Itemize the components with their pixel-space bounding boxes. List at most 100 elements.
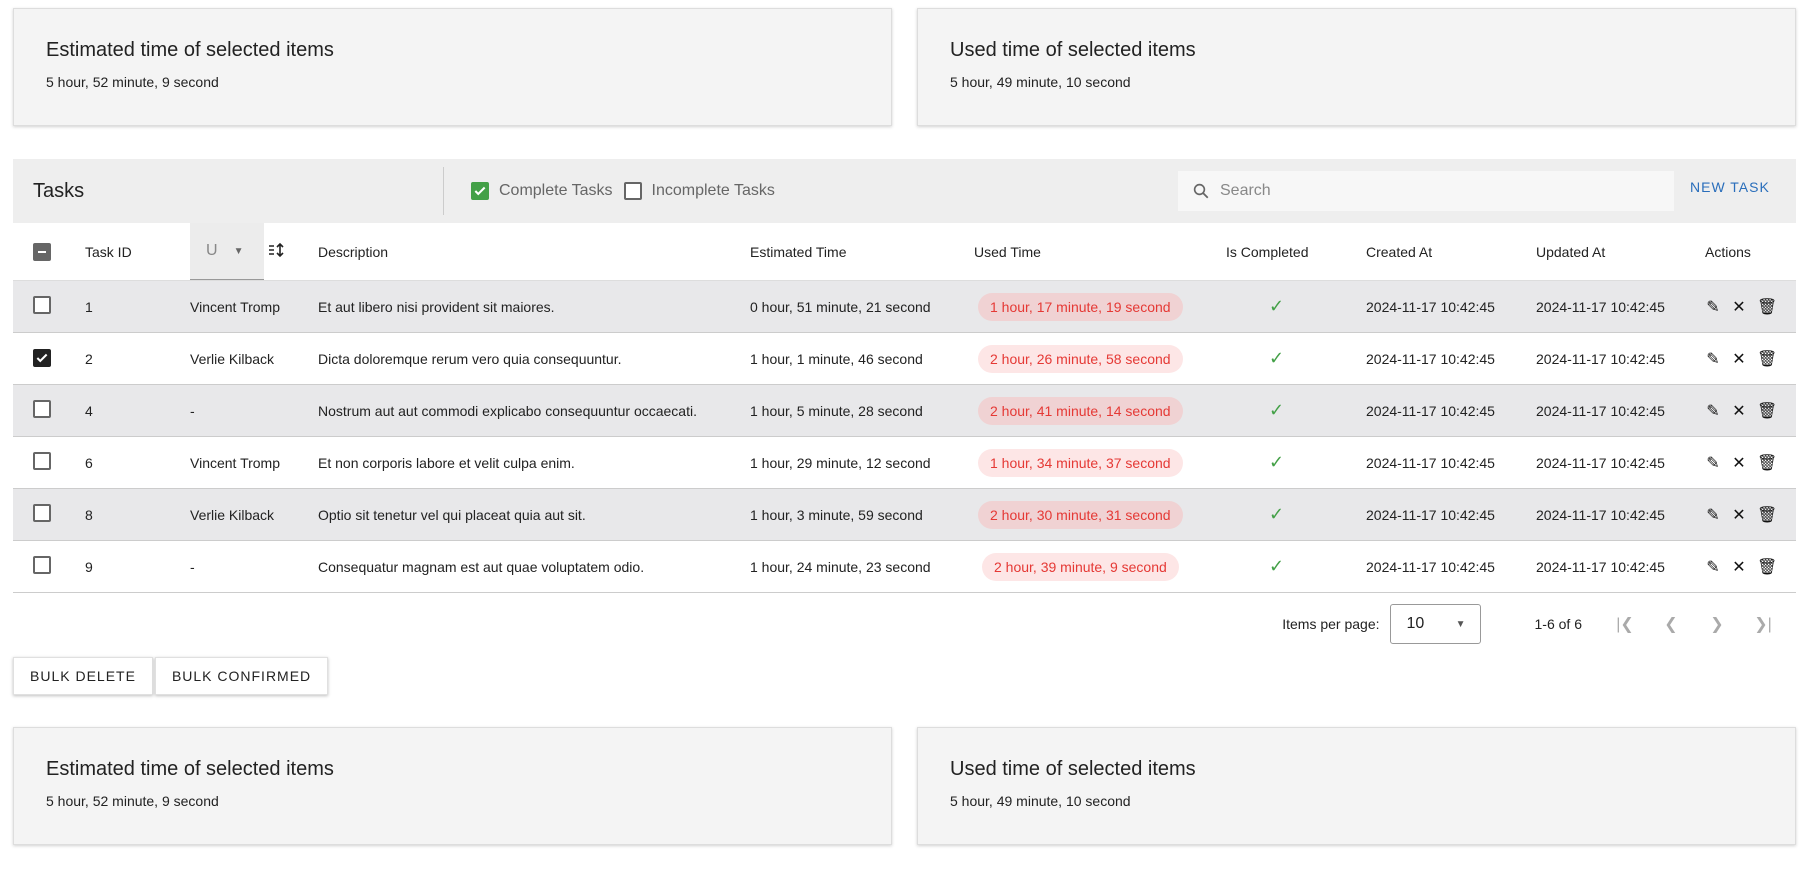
cell-user: Vincent Tromp — [190, 436, 318, 489]
close-icon[interactable]: ✕ — [1731, 505, 1747, 525]
pagination: Items per page: 10 ▼ 1-6 of 6 |❮ ❮ ❯ ❯| — [13, 593, 1796, 655]
table-row: 1 Vincent Tromp Et aut libero nisi provi… — [13, 280, 1796, 333]
trash-icon[interactable]: 🗑 — [1757, 297, 1777, 317]
trash-icon[interactable]: 🗑 — [1757, 453, 1777, 473]
edit-icon[interactable]: ✎ — [1705, 505, 1721, 525]
header-updated-at[interactable]: Updated At — [1536, 223, 1705, 281]
header-user[interactable]: U ▼ — [190, 223, 318, 281]
used-time-badge: 2 hour, 39 minute, 9 second — [982, 552, 1179, 581]
row-checkbox[interactable] — [33, 296, 51, 314]
user-column-select[interactable]: U ▼ — [190, 223, 264, 280]
header-is-completed[interactable]: Is Completed — [1226, 223, 1366, 281]
caret-down-icon: ▼ — [1455, 618, 1466, 630]
row-checkbox[interactable] — [33, 349, 51, 367]
check-icon — [36, 353, 48, 363]
edit-icon[interactable]: ✎ — [1705, 401, 1721, 421]
cell-updated-at: 2024-11-17 10:42:45 — [1536, 332, 1705, 385]
cell-created-at: 2024-11-17 10:42:45 — [1366, 436, 1536, 489]
header-task-id[interactable]: Task ID — [85, 223, 190, 281]
used-time-title: Used time of selected items — [950, 758, 1196, 780]
trash-icon[interactable]: 🗑 — [1757, 401, 1777, 421]
search-icon — [1193, 183, 1209, 199]
table-row: 4 - Nostrum aut aut commodi explicabo co… — [13, 384, 1796, 437]
row-checkbox[interactable] — [33, 400, 51, 418]
bulk-delete-button[interactable]: BULK DELETE — [13, 657, 153, 695]
table-row: 6 Vincent Tromp Et non corporis labore e… — [13, 436, 1796, 489]
cell-user: Vincent Tromp — [190, 280, 318, 333]
edit-icon[interactable]: ✎ — [1705, 297, 1721, 317]
toolbar-divider — [443, 167, 444, 215]
cell-estimated-time: 1 hour, 5 minute, 28 second — [750, 384, 974, 437]
cell-task-id: 2 — [85, 332, 190, 385]
tasks-panel: Tasks Complete Tasks Incomplete Tasks NE… — [13, 159, 1796, 655]
incomplete-tasks-checkbox[interactable] — [623, 182, 642, 200]
items-per-page-label: Items per page: — [1282, 616, 1380, 632]
bulk-actions: BULK DELETE BULK CONFIRMED — [13, 657, 329, 695]
header-used-time[interactable]: Used Time — [974, 223, 1226, 281]
trash-icon[interactable]: 🗑 — [1757, 557, 1777, 577]
cell-updated-at: 2024-11-17 10:42:45 — [1536, 280, 1705, 333]
summary-bottom: Estimated time of selected items 5 hour,… — [13, 727, 1796, 845]
last-page-icon[interactable]: ❯| — [1740, 614, 1786, 634]
row-checkbox[interactable] — [33, 556, 51, 574]
edit-icon[interactable]: ✎ — [1705, 453, 1721, 473]
user-column-label: U — [206, 242, 218, 259]
incomplete-tasks-label: Incomplete Tasks — [651, 182, 775, 199]
search-input[interactable] — [1220, 182, 1640, 200]
cell-description: Et non corporis labore et velit culpa en… — [318, 436, 750, 489]
trash-icon[interactable]: 🗑 — [1757, 349, 1777, 369]
cell-description: Nostrum aut aut commodi explicabo conseq… — [318, 384, 750, 437]
tasks-toolbar: Tasks Complete Tasks Incomplete Tasks NE… — [13, 159, 1796, 223]
close-icon[interactable]: ✕ — [1731, 297, 1747, 317]
select-all-checkbox[interactable] — [33, 242, 51, 261]
filter-incomplete-tasks[interactable]: Incomplete Tasks — [623, 182, 775, 200]
cell-description: Optio sit tenetur vel qui placeat quia a… — [318, 488, 750, 541]
estimated-time-card: Estimated time of selected items 5 hour,… — [13, 727, 892, 845]
cell-updated-at: 2024-11-17 10:42:45 — [1536, 384, 1705, 437]
cell-description: Et aut libero nisi provident sit maiores… — [318, 280, 750, 333]
cell-created-at: 2024-11-17 10:42:45 — [1366, 540, 1536, 593]
items-per-page-select[interactable]: 10 ▼ — [1389, 604, 1481, 644]
row-checkbox[interactable] — [33, 452, 51, 470]
cell-task-id: 1 — [85, 280, 190, 333]
used-time-badge: 1 hour, 17 minute, 19 second — [978, 292, 1183, 321]
header-estimated-time[interactable]: Estimated Time — [750, 223, 974, 281]
edit-icon[interactable]: ✎ — [1705, 349, 1721, 369]
cell-task-id: 6 — [85, 436, 190, 489]
used-time-badge: 2 hour, 30 minute, 31 second — [978, 500, 1183, 529]
tasks-table: Task ID U ▼ Description Estimated Time U… — [13, 223, 1796, 593]
cell-description: Dicta doloremque rerum vero quia consequ… — [318, 332, 750, 385]
cell-estimated-time: 1 hour, 1 minute, 46 second — [750, 332, 974, 385]
used-time-badge: 2 hour, 26 minute, 58 second — [978, 344, 1183, 373]
cell-created-at: 2024-11-17 10:42:45 — [1366, 384, 1536, 437]
close-icon[interactable]: ✕ — [1731, 453, 1747, 473]
close-icon[interactable]: ✕ — [1731, 401, 1747, 421]
close-icon[interactable]: ✕ — [1731, 557, 1747, 577]
completed-check-icon: ✓ — [1269, 452, 1285, 472]
used-time-title: Used time of selected items — [950, 39, 1196, 61]
header-description[interactable]: Description — [318, 223, 750, 281]
trash-icon[interactable]: 🗑 — [1757, 505, 1777, 525]
cell-updated-at: 2024-11-17 10:42:45 — [1536, 436, 1705, 489]
next-page-icon[interactable]: ❯ — [1694, 614, 1740, 634]
estimated-time-value: 5 hour, 52 minute, 9 second — [46, 793, 219, 809]
bulk-confirmed-button[interactable]: BULK CONFIRMED — [154, 657, 329, 695]
used-time-value: 5 hour, 49 minute, 10 second — [950, 74, 1131, 90]
complete-tasks-checkbox[interactable] — [471, 182, 489, 200]
new-task-button[interactable]: NEW TASK — [1690, 179, 1770, 195]
first-page-icon[interactable]: |❮ — [1602, 614, 1648, 634]
close-icon[interactable]: ✕ — [1731, 349, 1747, 369]
table-row: 2 Verlie Kilback Dicta doloremque rerum … — [13, 332, 1796, 385]
edit-icon[interactable]: ✎ — [1705, 557, 1721, 577]
cell-user: - — [190, 540, 318, 593]
search-box — [1178, 171, 1674, 211]
row-checkbox[interactable] — [33, 504, 51, 522]
header-created-at[interactable]: Created At — [1366, 223, 1536, 281]
previous-page-icon[interactable]: ❮ — [1648, 614, 1694, 634]
filter-complete-tasks[interactable]: Complete Tasks — [471, 182, 613, 200]
tasks-title: Tasks — [33, 179, 85, 202]
cell-updated-at: 2024-11-17 10:42:45 — [1536, 540, 1705, 593]
cell-task-id: 8 — [85, 488, 190, 541]
sort-icon[interactable] — [268, 242, 286, 262]
cell-user: Verlie Kilback — [190, 488, 318, 541]
